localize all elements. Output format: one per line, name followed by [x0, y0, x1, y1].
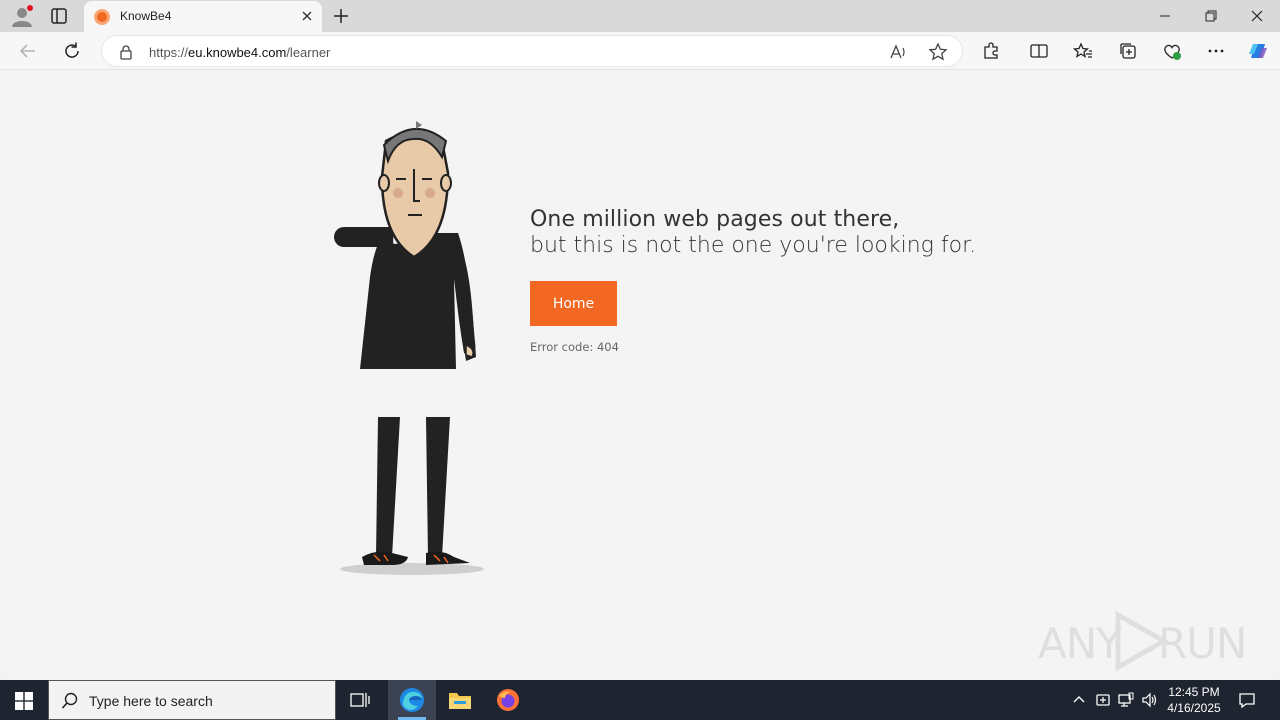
taskbar-search-box[interactable]: Type here to search	[48, 680, 336, 720]
read-aloud-icon[interactable]	[888, 42, 908, 62]
back-arrow-icon[interactable]	[18, 41, 38, 61]
folder-icon	[449, 693, 471, 709]
task-view-button[interactable]	[336, 680, 384, 720]
notifications-icon[interactable]	[1238, 691, 1256, 709]
firefox-icon	[497, 689, 519, 711]
lock-icon[interactable]	[118, 44, 134, 60]
url-text[interactable]: https://eu.knowbe4.com/learner	[149, 45, 330, 60]
windows-taskbar: Type here to search 12:45 PM 4/16/2025	[0, 680, 1280, 720]
clock-time: 12:45 PM	[1168, 685, 1220, 699]
profile-icon[interactable]	[10, 5, 34, 27]
start-button[interactable]	[0, 680, 48, 720]
edge-icon	[400, 688, 424, 712]
anyrun-watermark: ANY RUN	[1038, 609, 1247, 673]
extensions-icon[interactable]	[981, 41, 1001, 61]
error-code: Error code: 404	[530, 340, 619, 354]
system-clock[interactable]: 12:45 PM 4/16/2025	[1160, 684, 1228, 716]
pointing-man-illustration	[330, 117, 490, 579]
close-tab-icon[interactable]	[298, 7, 316, 25]
minimize-button[interactable]	[1142, 0, 1188, 32]
taskbar-firefox[interactable]	[484, 680, 532, 720]
split-screen-icon[interactable]	[1029, 41, 1049, 61]
collections-icon[interactable]	[1118, 41, 1138, 61]
show-hidden-icons-chevron-icon[interactable]	[1070, 691, 1088, 709]
browser-tab-strip: KnowBe4	[0, 0, 1280, 32]
task-view-icon	[350, 693, 370, 707]
search-placeholder: Type here to search	[89, 693, 213, 709]
tab-knowbe4[interactable]: KnowBe4	[84, 1, 322, 32]
search-icon	[61, 692, 79, 710]
network-icon[interactable]	[1117, 691, 1135, 709]
favorites-icon[interactable]	[1072, 41, 1093, 61]
watermark-right-text: RUN	[1158, 619, 1247, 668]
taskbar-file-explorer[interactable]	[436, 680, 484, 720]
browser-essentials-icon[interactable]	[1162, 41, 1182, 61]
knowbe4-favicon-icon	[94, 9, 110, 25]
page-content: One million web pages out there, but thi…	[4, 71, 1276, 676]
headline-line-1: One million web pages out there,	[530, 207, 900, 232]
close-window-button[interactable]	[1234, 0, 1280, 32]
favorite-star-icon[interactable]	[928, 42, 948, 62]
home-button[interactable]: Home	[530, 281, 617, 326]
new-tab-icon[interactable]	[331, 6, 351, 26]
address-bar[interactable]: https://eu.knowbe4.com/learner	[101, 35, 963, 67]
watermark-left-text: ANY	[1038, 619, 1122, 668]
headline-line-2: but this is not the one you're looking f…	[530, 233, 977, 258]
tab-actions-icon[interactable]	[50, 7, 68, 25]
taskbar-edge-app[interactable]	[388, 680, 436, 720]
refresh-icon[interactable]	[62, 41, 82, 61]
copilot-icon[interactable]	[1246, 39, 1270, 63]
tab-title: KnowBe4	[120, 9, 172, 23]
more-options-icon[interactable]	[1206, 41, 1226, 61]
security-tray-icon[interactable]	[1094, 691, 1112, 709]
restore-button[interactable]	[1188, 0, 1234, 32]
clock-date: 4/16/2025	[1167, 701, 1221, 715]
windows-logo-icon	[15, 692, 33, 710]
browser-toolbar: https://eu.knowbe4.com/learner	[0, 32, 1280, 70]
volume-icon[interactable]	[1141, 691, 1159, 709]
